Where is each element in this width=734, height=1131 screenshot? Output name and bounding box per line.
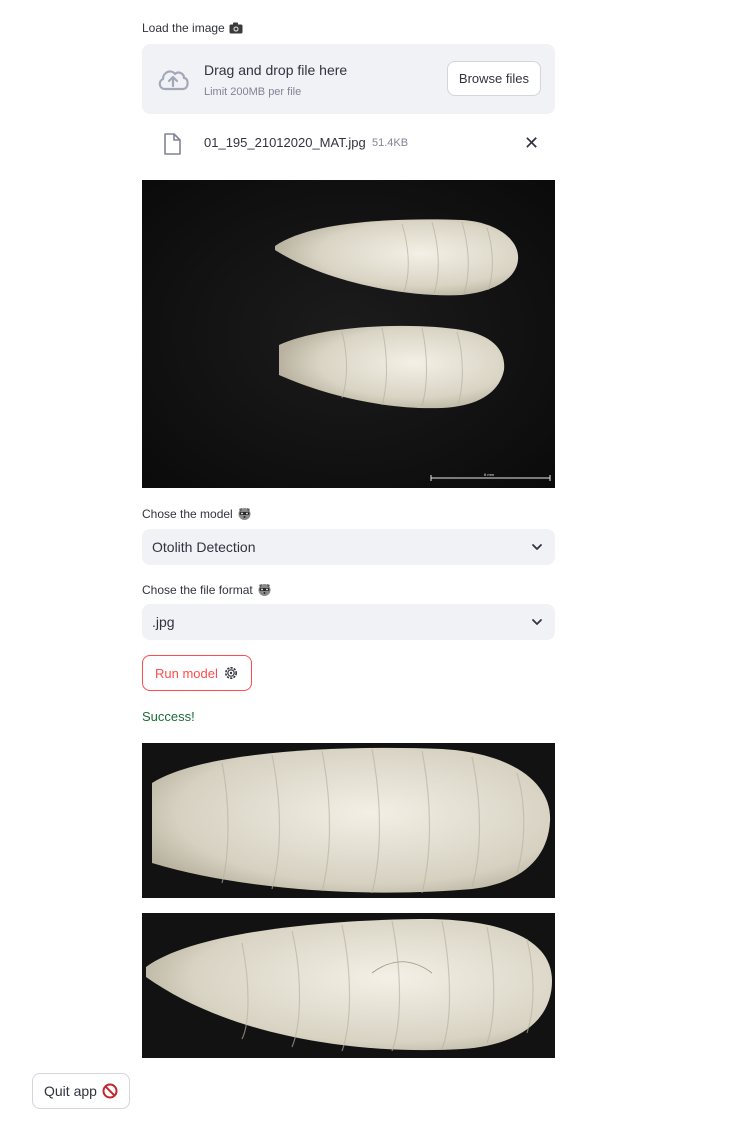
camera-icon [229, 22, 243, 34]
raccoon-icon [258, 584, 271, 596]
model-select[interactable]: Otolith Detection [142, 529, 555, 565]
file-dropzone[interactable]: Drag and drop file here Limit 200MB per … [142, 44, 555, 114]
quit-app-button[interactable]: Quit app [32, 1073, 130, 1109]
remove-file-close-icon[interactable]: ✕ [524, 134, 539, 152]
scale-bar-label: 6 mm [484, 472, 495, 477]
uploader-label-text: Load the image [142, 21, 225, 35]
uploaded-file-row: 01_195_21012020_MAT.jpg 51.4KB ✕ [142, 128, 555, 158]
uploader-label: Load the image [142, 21, 243, 35]
format-select-label-text: Chose the file format [142, 582, 253, 597]
format-select-label: Chose the file format [142, 582, 272, 597]
model-select-label: Chose the model [142, 506, 252, 521]
prohibited-icon [102, 1083, 118, 1099]
result-image-2 [142, 913, 555, 1058]
quit-app-label: Quit app [44, 1083, 97, 1099]
run-model-button[interactable]: Run model [142, 655, 252, 691]
otolith-crop-2 [142, 913, 555, 1058]
uploaded-file-size: 51.4KB [372, 137, 409, 149]
success-message: Success! [142, 709, 195, 724]
browse-files-button[interactable]: Browse files [446, 61, 541, 96]
file-icon [164, 133, 181, 155]
otolith-crop-1 [142, 743, 555, 898]
model-select-value: Otolith Detection [152, 539, 256, 555]
run-model-label: Run model [155, 665, 218, 681]
file-format-select[interactable]: .jpg [142, 604, 555, 640]
result-image-1 [142, 743, 555, 898]
chevron-down-icon [532, 544, 542, 550]
cloud-upload-icon [158, 70, 189, 91]
uploaded-file-name: 01_195_21012020_MAT.jpg [204, 135, 366, 150]
otolith-photo: 6 mm [142, 180, 555, 488]
chevron-down-icon [532, 619, 542, 625]
model-select-label-text: Chose the model [142, 506, 233, 521]
gear-icon [224, 667, 237, 679]
raccoon-icon [238, 508, 251, 520]
uploaded-image-preview: 6 mm [142, 180, 555, 488]
dropzone-title: Drag and drop file here [204, 62, 348, 78]
file-format-select-value: .jpg [152, 614, 175, 630]
dropzone-limit: Limit 200MB per file [204, 86, 302, 98]
